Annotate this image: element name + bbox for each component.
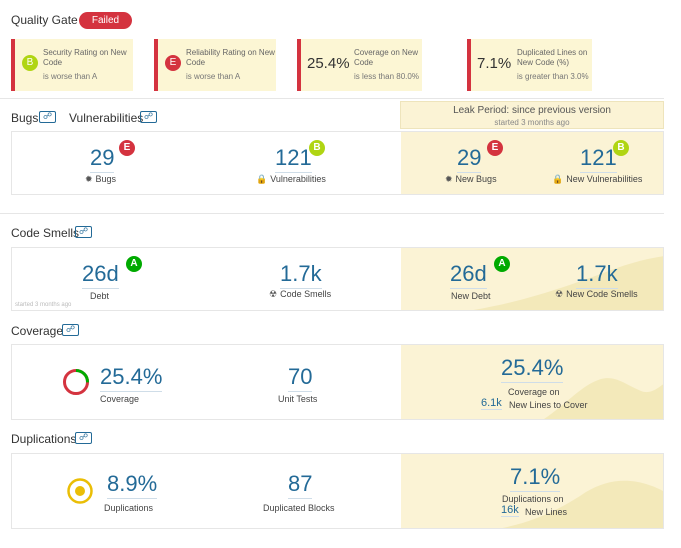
divider	[0, 98, 664, 99]
condition-duplicated-lines[interactable]: 7.1% Duplicated Lines on New Code (%) is…	[467, 39, 592, 91]
bugs-drilldown-link-icon[interactable]: ☍	[39, 111, 56, 123]
new-debt-rating-badge[interactable]: A	[494, 256, 510, 272]
new-coverage-label: Coverage on	[508, 387, 560, 397]
duplications-panel: 8.9% Duplications 87 Duplicated Blocks 7…	[11, 453, 664, 529]
new-lines-to-cover-label: New Lines to Cover	[509, 400, 588, 410]
condition-metric: Coverage on New Code	[354, 48, 419, 67]
bugs-vulnerabilities-panel: 29 E ✹ Bugs 121 B 🔒 Vulnerabilities 29 E ✹…	[11, 131, 664, 195]
condition-operator: is greater than 3.0%	[517, 72, 589, 81]
section-title-vulnerabilities: Vulnerabilities	[69, 111, 144, 125]
code-smells-label: ☢ Code Smells	[269, 289, 332, 299]
bugs-value[interactable]: 29	[90, 145, 115, 173]
debt-label: Debt	[90, 291, 110, 301]
new-bugs-rating-badge[interactable]: E	[487, 140, 503, 156]
condition-coverage[interactable]: 25.4% Coverage on New Code is less than …	[297, 39, 422, 91]
duplicated-blocks-value[interactable]: 87	[288, 471, 313, 499]
new-coverage-value[interactable]: 25.4%	[501, 355, 564, 383]
condition-security-rating[interactable]: B Security Rating on New Code is worse t…	[11, 39, 133, 91]
duplicated-blocks-label: Duplicated Blocks	[263, 503, 335, 513]
started-note: started 3 months ago	[15, 302, 72, 308]
duplications-value[interactable]: 8.9%	[107, 471, 158, 499]
bug-icon: ✹	[85, 174, 93, 184]
quality-gate-title: Quality Gate	[11, 13, 78, 27]
section-title-bugs: Bugs	[11, 111, 39, 125]
duplications-indicator	[67, 478, 93, 504]
debt-rating-badge[interactable]: A	[126, 256, 142, 272]
new-code-smells-label: ☢ New Code Smells	[555, 289, 638, 299]
vulnerabilities-value[interactable]: 121	[275, 145, 312, 173]
coverage-drilldown-link-icon[interactable]: ☍	[62, 324, 79, 336]
new-duplications-value[interactable]: 7.1%	[510, 464, 561, 492]
coverage-panel: 25.4% Coverage 70 Unit Tests 25.4% Cover…	[11, 344, 664, 420]
unit-tests-value[interactable]: 70	[288, 364, 313, 392]
new-bugs-label: ✹ New Bugs	[445, 174, 497, 184]
code-smells-panel: 26d A Debt started 3 months ago 1.7k ☢ Co…	[11, 247, 664, 311]
leak-period-header: Leak Period: since previous version star…	[400, 101, 664, 129]
new-lines-value[interactable]: 16k	[501, 504, 519, 517]
debt-value[interactable]: 26d	[82, 261, 119, 289]
lock-icon: 🔒	[552, 174, 564, 184]
rating-badge: B	[22, 55, 38, 71]
section-title-code-smells: Code Smells	[11, 226, 80, 240]
condition-metric: Security Rating on New Code	[43, 48, 127, 67]
radiation-icon: ☢	[269, 289, 278, 299]
bugs-label: ✹ Bugs	[85, 174, 117, 184]
condition-reliability-rating[interactable]: E Reliability Rating on New Code is wors…	[154, 39, 276, 91]
new-vulnerabilities-label: 🔒 New Vulnerabilities	[552, 174, 643, 184]
unit-tests-label: Unit Tests	[278, 394, 318, 404]
condition-metric: Duplicated Lines on New Code (%)	[517, 48, 588, 67]
duplications-label: Duplications	[104, 503, 154, 513]
new-debt-label: New Debt	[451, 291, 491, 301]
condition-value: 7.1%	[477, 55, 512, 72]
code-smells-value[interactable]: 1.7k	[280, 261, 322, 289]
new-code-smells-value[interactable]: 1.7k	[576, 261, 618, 289]
divider	[0, 213, 664, 214]
code-smells-drilldown-link-icon[interactable]: ☍	[75, 226, 92, 238]
duplications-drilldown-link-icon[interactable]: ☍	[75, 432, 92, 444]
vulnerabilities-label: 🔒 Vulnerabilities	[256, 174, 326, 184]
coverage-label: Coverage	[100, 394, 140, 404]
new-vulnerabilities-rating-badge[interactable]: B	[613, 140, 629, 156]
condition-operator: is worse than A	[186, 72, 241, 81]
new-bugs-value[interactable]: 29	[457, 145, 482, 173]
leak-period-background	[401, 248, 663, 310]
history-chart	[473, 256, 663, 310]
lock-icon: 🔒	[256, 174, 268, 184]
condition-metric: Reliability Rating on New Code	[186, 48, 275, 67]
coverage-value[interactable]: 25.4%	[100, 364, 163, 392]
section-title-coverage: Coverage	[11, 324, 64, 338]
new-debt-value[interactable]: 26d	[450, 261, 487, 289]
condition-operator: is worse than A	[43, 72, 98, 81]
quality-gate-status-badge: Failed	[79, 12, 132, 29]
leak-period-start: started 3 months ago	[494, 118, 570, 127]
new-lines-to-cover-value[interactable]: 6.1k	[481, 397, 502, 410]
condition-operator: is less than 80.0%	[354, 72, 419, 81]
section-title-duplications: Duplications	[11, 432, 77, 446]
coverage-donut	[63, 369, 89, 395]
vulnerabilities-rating-badge[interactable]: B	[309, 140, 325, 156]
new-vulnerabilities-value[interactable]: 121	[580, 145, 617, 173]
new-lines-label: New Lines	[525, 507, 568, 517]
radiation-icon: ☢	[555, 289, 564, 299]
vulnerabilities-drilldown-link-icon[interactable]: ☍	[140, 111, 157, 123]
bugs-rating-badge[interactable]: E	[119, 140, 135, 156]
new-duplications-label: Duplications on	[502, 494, 564, 504]
condition-value: 25.4%	[307, 55, 350, 72]
bug-icon: ✹	[445, 174, 453, 184]
rating-badge: E	[165, 55, 181, 71]
leak-period-title: Leak Period: since previous version	[453, 105, 611, 116]
